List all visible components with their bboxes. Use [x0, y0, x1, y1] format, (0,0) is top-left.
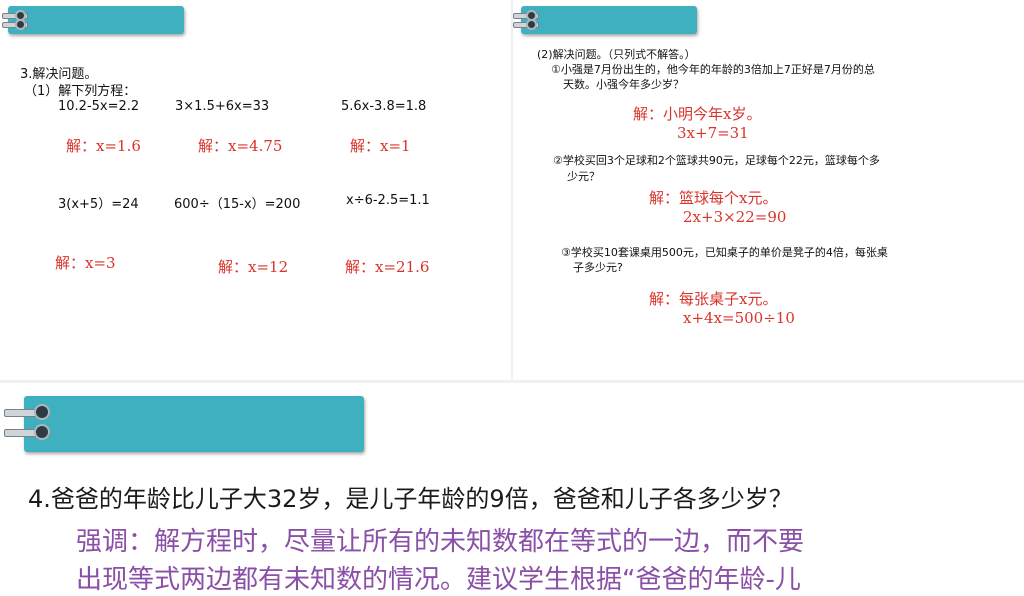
- slide-bottom: 4.爸爸的年龄比儿子大32岁，是儿子年龄的9倍，爸爸和儿子各多少岁？ 强调：解方…: [0, 383, 1024, 595]
- clip-knob-icon: [15, 19, 26, 30]
- answer: 解：x=1: [350, 137, 411, 155]
- answer: x+4x=500÷10: [683, 309, 795, 327]
- title-banner: [521, 6, 697, 34]
- answer: 2x+3×22=90: [683, 208, 787, 226]
- answer: 解：x=3: [55, 254, 116, 272]
- sub-title: （1）解下列方程：: [24, 84, 137, 99]
- answer: 3x+7=31: [677, 124, 749, 142]
- slide-top-right: (2)解决问题。（只列式不解答。） ①小强是7月份出生的，他今年的年龄的3倍加上…: [513, 0, 1024, 380]
- answer: 解：x=12: [218, 258, 289, 276]
- equation: x÷6-2.5=1.1: [346, 193, 430, 208]
- answer: 解：小明今年x岁。: [633, 105, 762, 123]
- answer: 解：x=4.75: [198, 137, 283, 155]
- question-text: 4.爸爸的年龄比儿子大32岁，是儿子年龄的9倍，爸爸和儿子各多少岁？: [28, 485, 793, 513]
- equation: 5.6x-3.8=1.8: [341, 99, 427, 114]
- sub-title: (2)解决问题。（只列式不解答。）: [537, 48, 696, 61]
- answer: 解：篮球每个x元。: [649, 189, 778, 207]
- equation: 3(x+5）=24: [58, 197, 139, 212]
- answer: 解：每张桌子x元。: [649, 290, 778, 308]
- clip-knob-icon: [34, 404, 50, 420]
- slide-top-left: 3.解决问题。 （1）解下列方程： 10.2-5x=2.2 3×1.5+6x=3…: [0, 0, 511, 380]
- answer: 解：x=1.6: [66, 137, 141, 155]
- title-banner: [24, 396, 364, 452]
- equation: 600÷（15-x）=200: [174, 197, 301, 212]
- question-line: 天数。小强今年多少岁？: [563, 78, 684, 91]
- note-text: 出现等式两边都有未知数的情况。建议学生根据“爸爸的年龄-儿: [76, 565, 801, 595]
- question-line: ②学校买回3个足球和2个篮球共90元，足球每个22元，篮球每个多: [553, 154, 880, 167]
- equation: 10.2-5x=2.2: [58, 99, 140, 114]
- question-line: 子多少元?: [573, 261, 623, 274]
- clip-knob-icon: [526, 19, 537, 30]
- question-line: ①小强是7月份出生的，他今年的年龄的3倍加上7正好是7月份的总: [551, 63, 875, 76]
- question-line: 少元？: [567, 170, 600, 183]
- question-line: ③学校买10套课桌用500元，已知桌子的单价是凳子的4倍，每张桌: [561, 246, 888, 259]
- clip-knob-icon: [34, 424, 50, 440]
- note-text: 强调：解方程时，尽量让所有的未知数都在等式的一边，而不要: [76, 527, 805, 557]
- answer: 解：x=21.6: [345, 258, 430, 276]
- equation: 3×1.5+6x=33: [175, 99, 270, 114]
- title-banner: [8, 6, 184, 34]
